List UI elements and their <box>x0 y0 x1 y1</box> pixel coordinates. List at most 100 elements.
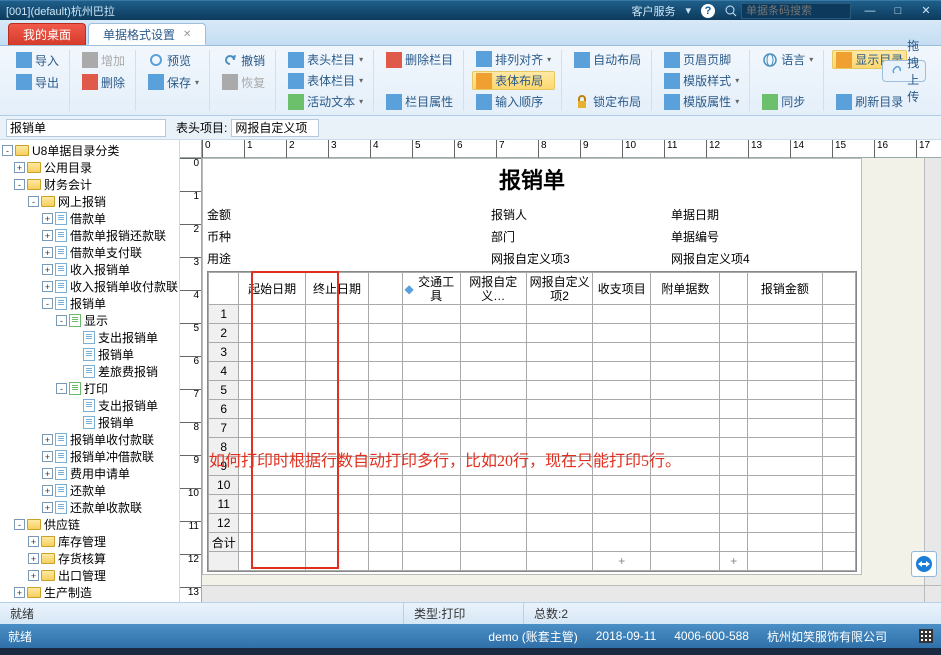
chevron-down-icon[interactable]: ▾ <box>685 4 691 17</box>
cell[interactable] <box>651 305 720 324</box>
remove-col-button[interactable]: 删除栏目 <box>382 50 457 69</box>
close-icon[interactable]: ✕ <box>183 29 191 40</box>
align-button[interactable]: 排列对齐▾ <box>472 50 555 69</box>
cell[interactable] <box>720 400 748 419</box>
tree-item[interactable]: -供应链 <box>0 516 179 533</box>
cell[interactable] <box>305 419 369 438</box>
expand-toggle[interactable]: + <box>42 502 53 513</box>
cell[interactable] <box>720 476 748 495</box>
cell[interactable] <box>526 343 592 362</box>
cell[interactable] <box>460 324 526 343</box>
expand-toggle[interactable]: + <box>28 570 39 581</box>
cell[interactable] <box>369 419 402 438</box>
cell[interactable] <box>526 381 592 400</box>
tree-item[interactable]: +还款单 <box>0 482 179 499</box>
cell[interactable] <box>651 362 720 381</box>
cell[interactable] <box>593 476 651 495</box>
horizontal-scrollbar[interactable] <box>202 585 924 602</box>
refresh-toc-button[interactable]: 刷新目录 <box>832 92 907 111</box>
cell[interactable] <box>402 305 460 324</box>
cell[interactable] <box>748 324 823 343</box>
cell[interactable] <box>822 343 855 362</box>
cell[interactable] <box>651 419 720 438</box>
cell[interactable] <box>748 362 823 381</box>
cell[interactable] <box>526 552 592 571</box>
cell[interactable] <box>526 495 592 514</box>
cell[interactable] <box>720 438 748 457</box>
cell[interactable] <box>720 305 748 324</box>
cell[interactable] <box>720 381 748 400</box>
cell[interactable] <box>460 343 526 362</box>
cell[interactable] <box>720 362 748 381</box>
canvas-viewport[interactable]: 报销单 金额报销人单据日期币种部门单据编号用途网报自定义项3网报自定义项4 起始… <box>202 158 924 585</box>
tree-item[interactable]: -财务会计 <box>0 176 179 193</box>
tree-panel[interactable]: -U8单据目录分类+公用目录-财务会计-网上报销+借款单+借款单报销还款联+借款… <box>0 140 180 602</box>
save-button[interactable]: 保存▾ <box>144 72 203 92</box>
cell[interactable] <box>593 362 651 381</box>
language-button[interactable]: 语言▾ <box>758 50 817 69</box>
expand-toggle[interactable]: + <box>42 485 53 496</box>
tree-item[interactable]: +借款单支付联 <box>0 244 179 261</box>
cell[interactable] <box>460 419 526 438</box>
header-col-button[interactable]: 表头栏目▾ <box>284 50 367 69</box>
cell[interactable] <box>460 495 526 514</box>
cell[interactable] <box>720 514 748 533</box>
expand-toggle[interactable]: - <box>2 145 13 156</box>
report-grid[interactable]: 起始日期终止日期◆交通工具网报自定义…网报自定义项2收支项目附单据数报销金额12… <box>208 272 856 571</box>
cell[interactable] <box>369 343 402 362</box>
auto-layout-button[interactable]: 自动布局 <box>570 50 645 69</box>
cell[interactable] <box>305 495 369 514</box>
cell[interactable] <box>369 381 402 400</box>
cell[interactable] <box>651 324 720 343</box>
maximize-button[interactable]: □ <box>889 5 907 17</box>
cell[interactable] <box>305 305 369 324</box>
cell[interactable] <box>526 324 592 343</box>
cell[interactable] <box>305 324 369 343</box>
cell[interactable] <box>748 438 823 457</box>
cell[interactable] <box>651 552 720 571</box>
table-row[interactable]: 10 <box>209 476 856 495</box>
expand-toggle[interactable]: - <box>14 519 25 530</box>
cell[interactable] <box>460 552 526 571</box>
cell[interactable] <box>239 552 305 571</box>
add-button[interactable]: 增加 <box>78 50 129 70</box>
expand-toggle[interactable]: + <box>42 451 53 462</box>
tree-item[interactable]: +公用目录 <box>0 159 179 176</box>
doc-type-input[interactable] <box>6 119 166 137</box>
tree-item[interactable]: +借款单 <box>0 210 179 227</box>
tpl-style-button[interactable]: 模版样式▾ <box>660 71 743 90</box>
chevron-down-icon[interactable]: ▾ <box>735 76 739 85</box>
cell[interactable] <box>593 514 651 533</box>
column-header[interactable]: 起始日期 <box>239 273 305 305</box>
cell[interactable] <box>239 514 305 533</box>
cell[interactable] <box>593 495 651 514</box>
cell[interactable] <box>305 362 369 381</box>
chevron-down-icon[interactable]: ▾ <box>547 55 551 64</box>
sync-button[interactable]: 同步 <box>758 92 817 111</box>
cell[interactable] <box>239 305 305 324</box>
cell[interactable] <box>305 381 369 400</box>
expand-toggle[interactable]: + <box>42 213 53 224</box>
cell[interactable] <box>526 400 592 419</box>
cell[interactable] <box>748 381 823 400</box>
tab-order-button[interactable]: 输入顺序 <box>472 92 555 111</box>
cell[interactable] <box>526 305 592 324</box>
tab-format-settings[interactable]: 单据格式设置 ✕ <box>88 23 206 45</box>
cell[interactable] <box>593 343 651 362</box>
expand-toggle[interactable]: + <box>42 434 53 445</box>
cell[interactable] <box>651 495 720 514</box>
cell[interactable] <box>720 343 748 362</box>
tree-item[interactable]: +报销单冲借款联 <box>0 448 179 465</box>
cell[interactable] <box>526 514 592 533</box>
column-header[interactable] <box>369 273 402 305</box>
cell[interactable] <box>402 476 460 495</box>
expand-toggle[interactable]: - <box>14 179 25 190</box>
expand-toggle[interactable]: + <box>28 536 39 547</box>
expand-toggle[interactable]: + <box>42 230 53 241</box>
lock-layout-button[interactable]: 锁定布局 <box>570 92 645 111</box>
cell[interactable] <box>239 495 305 514</box>
expand-toggle[interactable]: - <box>56 383 67 394</box>
chevron-down-icon[interactable]: ▾ <box>809 55 813 64</box>
column-header[interactable] <box>720 273 748 305</box>
expand-toggle[interactable]: + <box>14 162 25 173</box>
